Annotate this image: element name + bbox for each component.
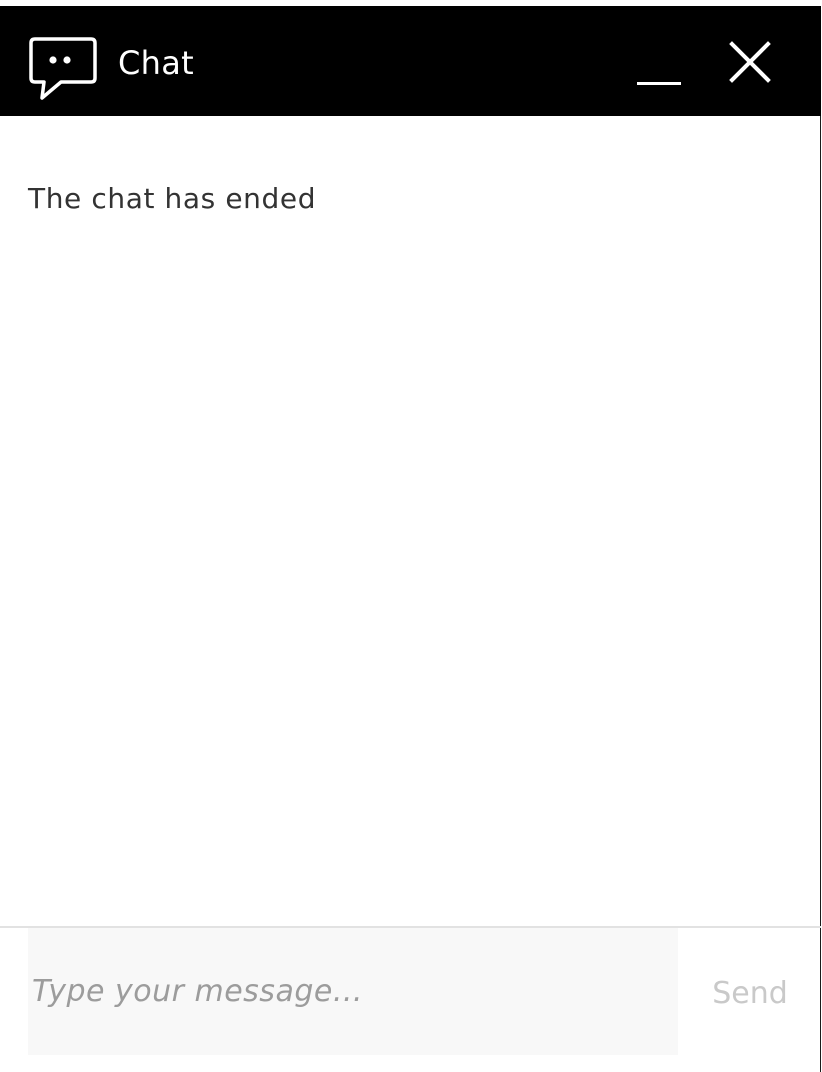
send-button[interactable]: Send — [690, 958, 810, 1028]
minimize-icon — [637, 82, 681, 85]
chat-header: Chat — [0, 6, 821, 116]
chat-title: Chat — [118, 44, 194, 82]
chat-status-message: The chat has ended — [28, 182, 317, 215]
chat-bubble-icon — [28, 36, 98, 104]
message-list: The chat has ended — [0, 116, 821, 926]
message-input[interactable] — [28, 928, 678, 1055]
minimize-button[interactable] — [632, 46, 688, 96]
close-icon — [729, 41, 771, 83]
close-button[interactable] — [724, 36, 776, 88]
message-composer — [28, 928, 678, 1055]
chat-widget: Chat The chat has ended Send — [0, 6, 821, 1072]
